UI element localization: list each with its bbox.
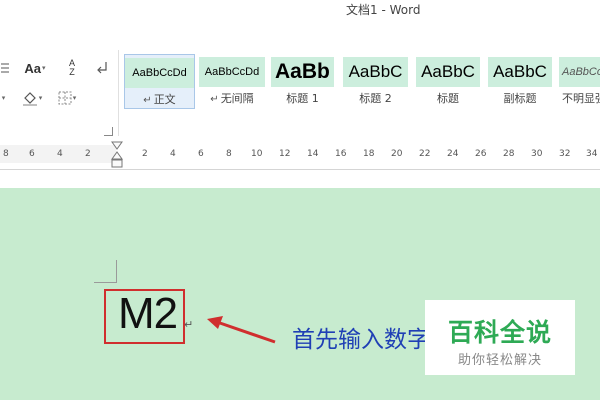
ruler-tick: 16 xyxy=(335,149,347,159)
style-label: 不明显强 xyxy=(562,92,600,105)
watermark-logo: 百科全说 助你轻松解决 xyxy=(425,300,575,375)
ruler-tick: 4 xyxy=(57,149,63,159)
style-heading-2[interactable]: AaBbC 标题 2 xyxy=(343,54,408,109)
window-title: 文档1 - Word xyxy=(346,3,421,17)
annotation-text: 首先输入数字 xyxy=(292,327,430,353)
change-case-label: Aa xyxy=(24,60,42,76)
style-label: ↵ 正文 xyxy=(143,93,176,106)
ruler-tick: 22 xyxy=(419,149,431,159)
ruler-tick: 8 xyxy=(3,149,9,159)
shading-icon[interactable]: ▾ xyxy=(18,89,46,107)
style-sample: AaBbCcDd xyxy=(559,57,600,87)
watermark-title: 百科全说 xyxy=(447,318,552,347)
style-title[interactable]: AaBbC 标题 xyxy=(416,54,480,109)
ruler-tick: 32 xyxy=(559,149,571,159)
ruler-tick: 28 xyxy=(503,149,515,159)
sort-icon[interactable]: A Z xyxy=(62,57,82,79)
ruler-tick: 10 xyxy=(251,149,263,159)
style-label: ↵ 无间隔 xyxy=(210,92,254,105)
watermark-subtitle: 助你轻松解决 xyxy=(457,353,542,368)
style-sample: AaBbC xyxy=(488,57,552,87)
ruler-tick: 26 xyxy=(475,149,487,159)
ruler-tick: 2 xyxy=(142,149,148,159)
sidebar-shading-left-icon: ▾ xyxy=(0,92,6,104)
paragraph-launcher-icon[interactable] xyxy=(104,127,113,136)
ruler-tick: 14 xyxy=(307,149,319,159)
ruler-tick: 6 xyxy=(198,149,204,159)
style-sample: AaBbC xyxy=(416,57,480,87)
style-heading-1[interactable]: AaBb 标题 1 xyxy=(271,54,334,109)
ruler-tick: 18 xyxy=(363,149,375,159)
highlight-box xyxy=(104,289,185,344)
paragraph-mark-icon[interactable] xyxy=(94,59,110,77)
style-label: 标题 1 xyxy=(286,92,319,105)
style-label: 标题 xyxy=(437,92,459,105)
borders-icon[interactable]: ▾ xyxy=(53,89,81,107)
style-sample: AaBbCcDd xyxy=(125,58,194,88)
margin-corner-mark xyxy=(94,260,117,283)
title-bar: 文档1 - Word xyxy=(0,0,600,20)
ruler-tick: 30 xyxy=(531,149,543,159)
style-sample: AaBb xyxy=(271,57,334,87)
style-sample: AaBbCcDd xyxy=(199,57,265,87)
ruler-tick: 8 xyxy=(226,149,232,159)
ruler-tick: 34 xyxy=(586,149,598,159)
ruler-tick: 20 xyxy=(391,149,403,159)
chevron-down-icon: ▾ xyxy=(42,65,46,72)
chevron-down-icon: ▾ xyxy=(1,95,6,102)
style-subtle-emphasis[interactable]: AaBbCcDd 不明显强 xyxy=(559,54,600,109)
ruler-tick: 4 xyxy=(170,149,176,159)
ruler-tick: 12 xyxy=(279,149,291,159)
indent-marker-icon[interactable] xyxy=(111,141,123,171)
style-label: 副标题 xyxy=(503,92,537,105)
style-label: 标题 2 xyxy=(359,92,392,105)
change-case-icon[interactable]: Aa ▾ xyxy=(20,58,50,78)
style-subtitle[interactable]: AaBbC 副标题 xyxy=(488,54,552,109)
ruler-tick: 24 xyxy=(447,149,459,159)
style-sample: AaBbC xyxy=(343,57,408,87)
style-normal[interactable]: AaBbCcDd ↵ 正文 xyxy=(124,54,195,109)
style-no-spacing[interactable]: AaBbCcDd ↵ 无间隔 xyxy=(199,54,265,109)
chevron-down-icon: ▾ xyxy=(72,95,77,102)
arrow-icon xyxy=(207,316,276,344)
bullets-icon[interactable] xyxy=(0,60,10,76)
chevron-down-icon: ▾ xyxy=(38,95,43,102)
ruler-text-area xyxy=(116,145,600,163)
ruler-tick: 2 xyxy=(85,149,91,159)
paragraph-mark: ↵ xyxy=(184,319,194,331)
ribbon-group-divider xyxy=(118,50,119,136)
ruler-tick: 6 xyxy=(29,149,35,159)
horizontal-ruler[interactable]: 8 6 4 2 2 4 6 8 10 12 14 16 18 20 22 24 … xyxy=(0,140,600,170)
sort-z-label: Z xyxy=(69,67,75,77)
